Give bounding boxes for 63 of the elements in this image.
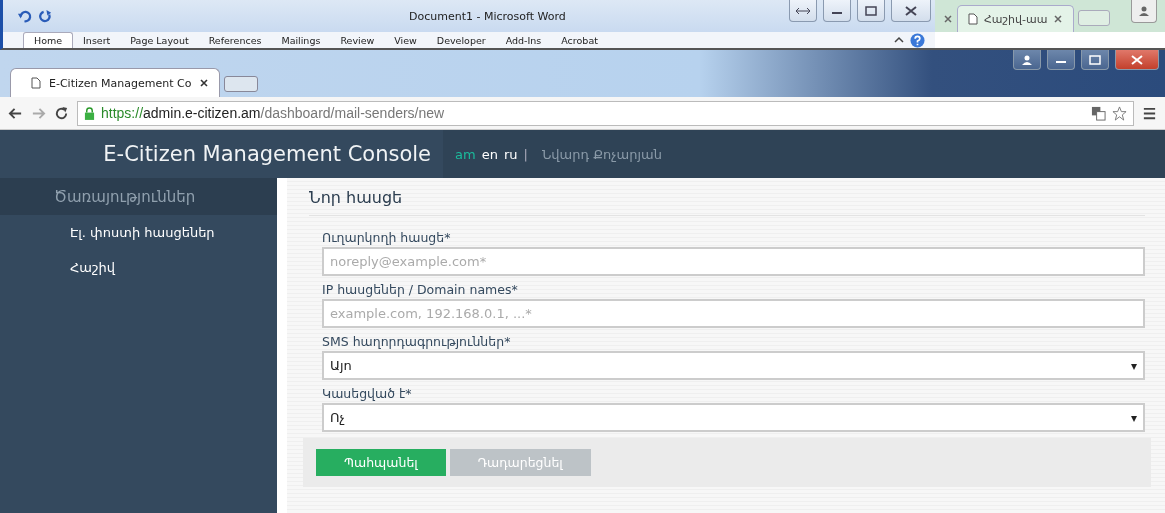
ribbon-tab[interactable]: Developer: [426, 32, 496, 48]
sidebar-item[interactable]: Էլ. փոստի հասցեներ: [0, 215, 277, 250]
double-arrow-icon: [795, 5, 811, 16]
ribbon-tab[interactable]: Mailings: [271, 32, 331, 48]
field-label: Ուղարկողի հասցե*: [322, 230, 452, 245]
language-link[interactable]: am: [455, 146, 476, 162]
field-label: Կասեցված է*: [322, 386, 413, 401]
maximize-button[interactable]: [1081, 50, 1109, 70]
select-field[interactable]: Այո ▾: [322, 351, 1145, 380]
reload-icon[interactable]: [54, 105, 69, 121]
minimize-button[interactable]: [823, 0, 851, 22]
field-label: IP հասցեներ / Domain names*: [322, 282, 519, 297]
ribbon-tab[interactable]: Acrobat: [551, 32, 608, 48]
user-link[interactable]: Նվարդ Քոչարյան: [541, 146, 662, 162]
profile-button[interactable]: [1131, 0, 1157, 23]
minimize-icon: [1056, 60, 1066, 63]
ribbon-tab[interactable]: View: [384, 32, 427, 48]
select-field[interactable]: Ոչ ▾: [322, 403, 1145, 432]
resize-button[interactable]: [789, 0, 817, 22]
redo-icon[interactable]: [38, 8, 53, 24]
close-icon: [905, 5, 917, 16]
maximize-icon: [1089, 54, 1101, 65]
undo-icon[interactable]: [17, 8, 32, 24]
close-button[interactable]: [891, 0, 931, 22]
star-icon[interactable]: [1112, 105, 1127, 121]
ribbon-tab[interactable]: References: [198, 32, 272, 48]
form-title: Նոր հասցե: [309, 178, 1145, 216]
profile-button[interactable]: [1013, 50, 1041, 70]
language-link[interactable]: ru: [503, 146, 518, 162]
minimize-button[interactable]: [1047, 50, 1075, 70]
ribbon-tab[interactable]: Insert: [73, 32, 121, 48]
page-icon: [31, 77, 41, 89]
ribbon-tab[interactable]: Home: [23, 32, 74, 48]
person-icon: [1021, 53, 1033, 66]
input-field[interactable]: noreply@example.com*: [322, 247, 1145, 276]
ribbon-tab[interactable]: Review: [330, 32, 385, 48]
new-tab-button[interactable]: [224, 76, 259, 92]
close-icon: [1131, 54, 1143, 65]
app-title: E-Citizen Management Console: [102, 142, 432, 166]
menu-icon[interactable]: [1142, 105, 1157, 121]
ribbon-tab[interactable]: Add-Ins: [495, 32, 552, 48]
caret-icon[interactable]: [894, 36, 904, 44]
help-icon[interactable]: [910, 32, 925, 48]
page-icon: [968, 13, 978, 25]
ribbon-tab[interactable]: Page Layout: [120, 32, 199, 48]
browser-tab[interactable]: Հաշիվ-աա: [957, 5, 1075, 32]
field-label: SMS հաղորդագրություններ*: [322, 334, 512, 349]
input-field[interactable]: example.com, 192.168.0.1, ...*: [322, 299, 1145, 328]
translate-icon[interactable]: [1091, 105, 1106, 121]
close-icon[interactable]: [199, 78, 210, 88]
address-bar[interactable]: https://admin.e-citizen.am/dashboard/mail-senders/new: [77, 100, 1134, 126]
language-link[interactable]: en: [481, 146, 498, 162]
sidebar-item[interactable]: Հաշիվ: [0, 250, 277, 285]
maximize-icon: [865, 5, 877, 16]
minimize-icon: [832, 11, 842, 14]
window-title: Document1 - Microsoft Word: [409, 9, 566, 23]
browser-tab[interactable]: E-Citizen Management Co: [10, 68, 221, 97]
separator: |: [523, 146, 528, 162]
person-icon: [1138, 5, 1150, 17]
lock-icon: [84, 106, 95, 120]
sidebar-heading[interactable]: Ծառայություններ: [0, 178, 277, 215]
maximize-button[interactable]: [857, 0, 885, 22]
close-button[interactable]: [1115, 50, 1159, 70]
